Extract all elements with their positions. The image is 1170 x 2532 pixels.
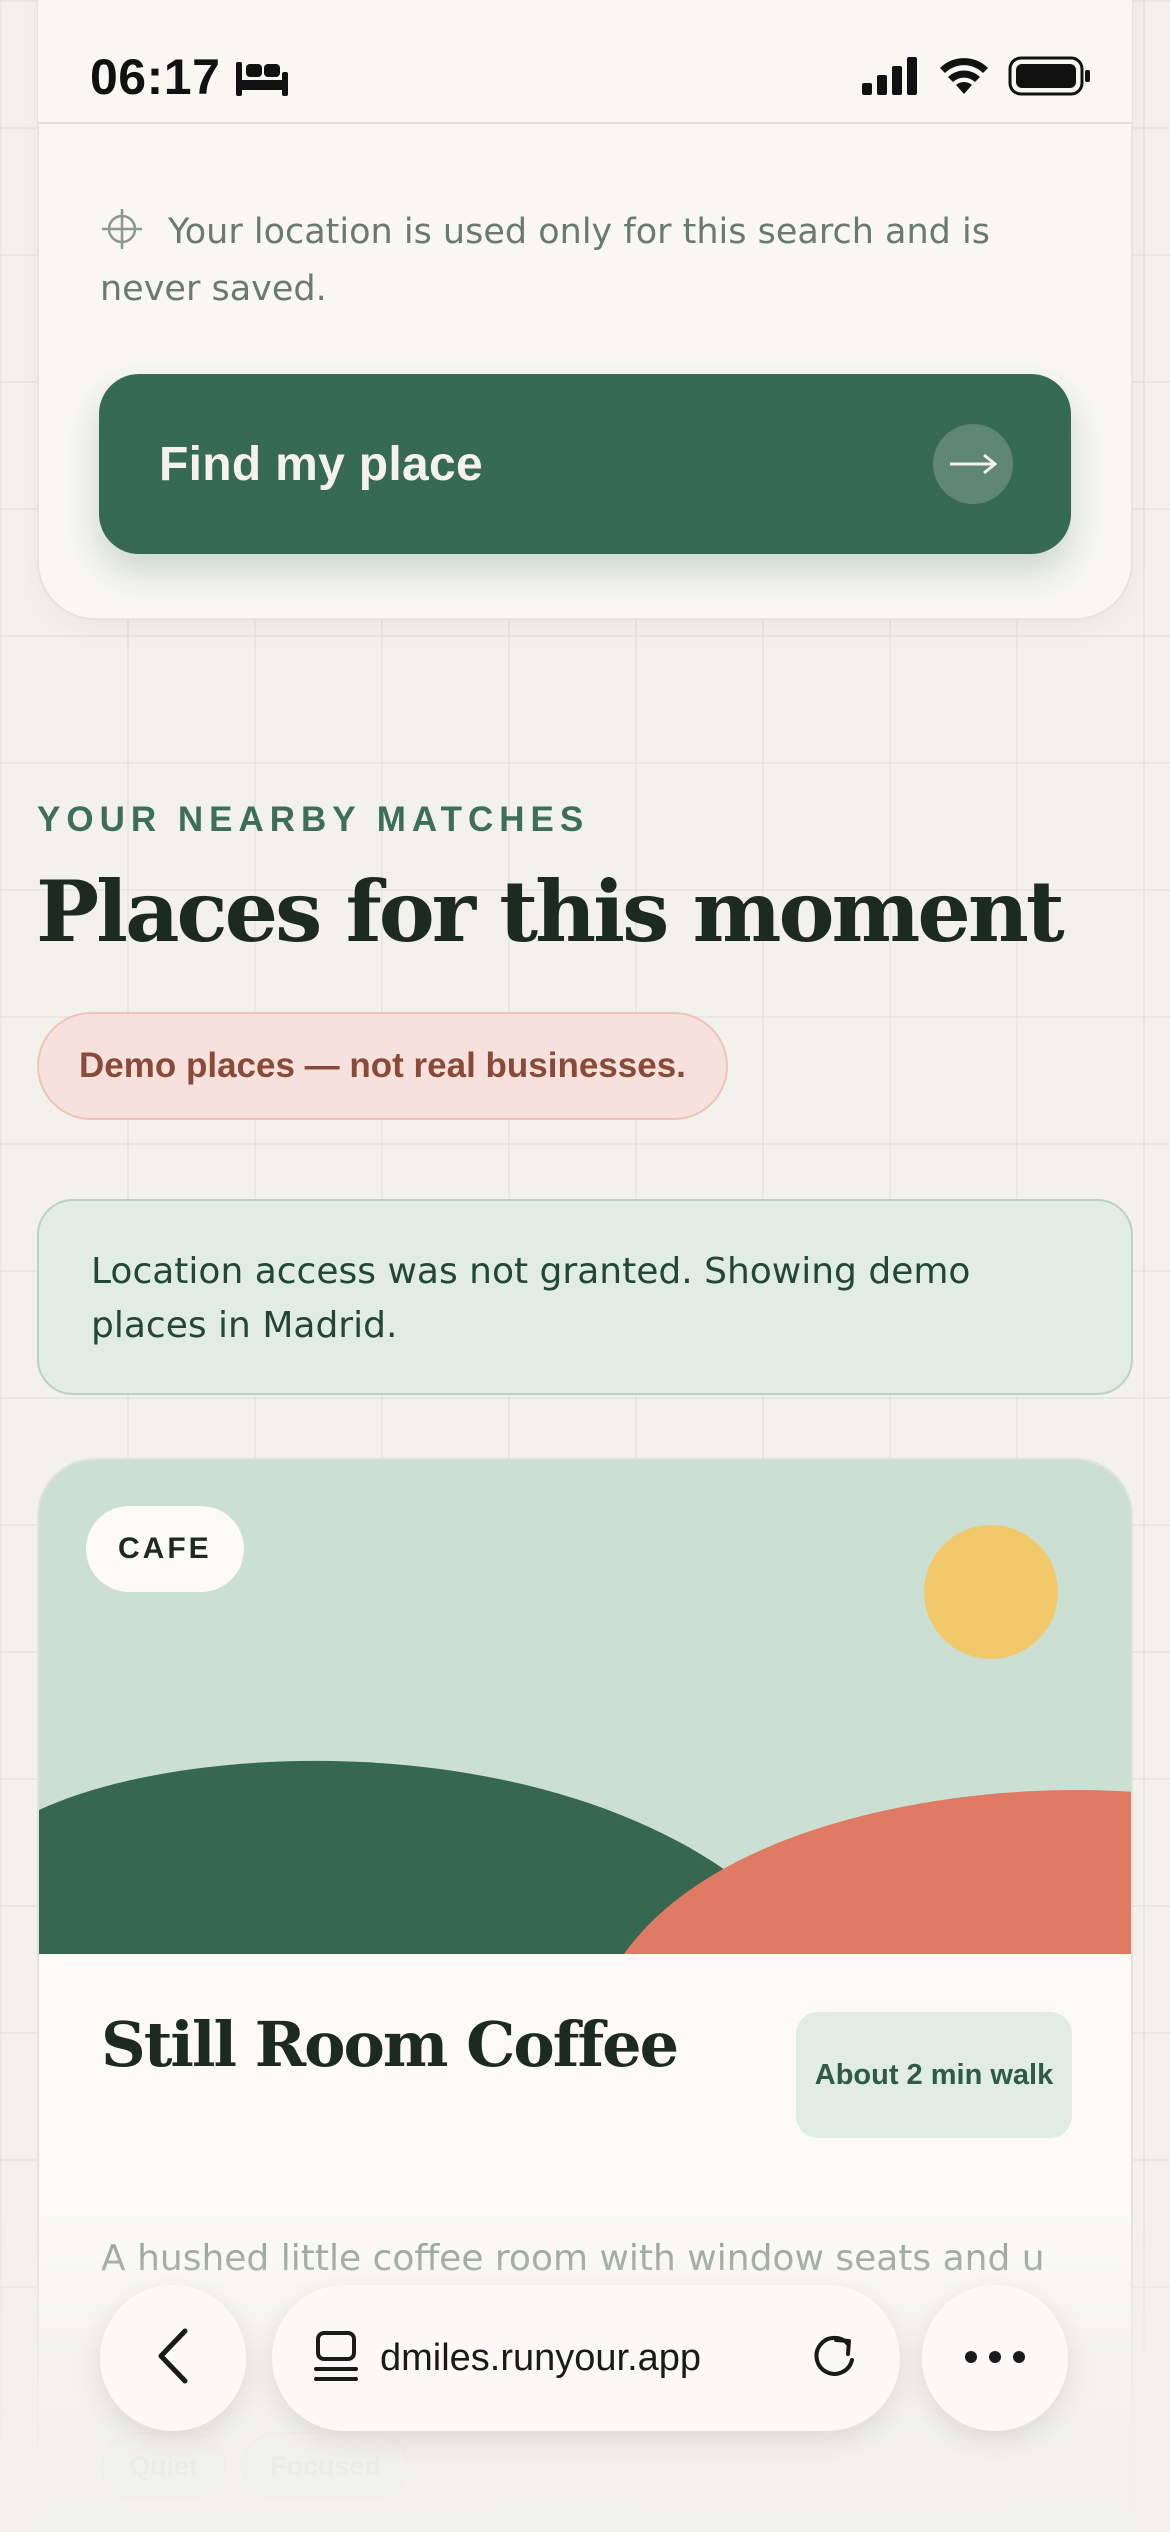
page-title: Places for this moment: [36, 862, 1065, 961]
tabs-icon[interactable]: [312, 2329, 360, 2387]
page: 06:17 Your location is used only for thi…: [0, 0, 1170, 2532]
location-alert: Location access was not granted. Showing…: [37, 1199, 1133, 1395]
walk-time-badge: About 2 min walk: [796, 2012, 1072, 2138]
section-eyebrow: YOUR NEARBY MATCHES: [37, 800, 590, 839]
bed-icon: [234, 58, 290, 102]
sun-shape: [924, 1525, 1058, 1659]
url-text[interactable]: dmiles.runyour.app: [380, 2337, 808, 2380]
arrow-right-icon: [933, 424, 1013, 504]
demo-notice-badge: Demo places — not real businesses.: [37, 1012, 728, 1120]
more-button[interactable]: [922, 2285, 1068, 2431]
privacy-note-text: Your location is used only for this sear…: [100, 212, 990, 309]
tag-focused: Focused: [242, 2432, 410, 2500]
back-button[interactable]: [100, 2285, 246, 2431]
status-time: 06:17: [90, 49, 221, 105]
status-bar: 06:17: [38, 0, 1132, 124]
tag-quiet: Quiet: [101, 2432, 227, 2500]
wifi-icon: [938, 56, 990, 100]
reload-icon[interactable]: [808, 2330, 860, 2386]
address-bar[interactable]: dmiles.runyour.app: [272, 2285, 900, 2431]
more-dots-icon: [964, 2349, 1026, 2368]
status-icons: [862, 56, 1092, 100]
place-description: A hushed little coffee room with window …: [101, 2238, 1045, 2279]
find-my-place-button[interactable]: Find my place: [99, 374, 1071, 554]
cellular-signal-icon: [862, 57, 920, 99]
crosshair-icon: [100, 207, 144, 251]
tag-list: Quiet Focused: [101, 2432, 410, 2500]
category-badge: CAFE: [86, 1506, 244, 1592]
privacy-note: Your location is used only for this sear…: [100, 204, 1080, 318]
place-name: Still Room Coffee: [101, 2008, 679, 2081]
chevron-left-icon: [153, 2327, 193, 2389]
battery-icon: [1008, 56, 1092, 100]
find-button-label: Find my place: [159, 437, 483, 491]
